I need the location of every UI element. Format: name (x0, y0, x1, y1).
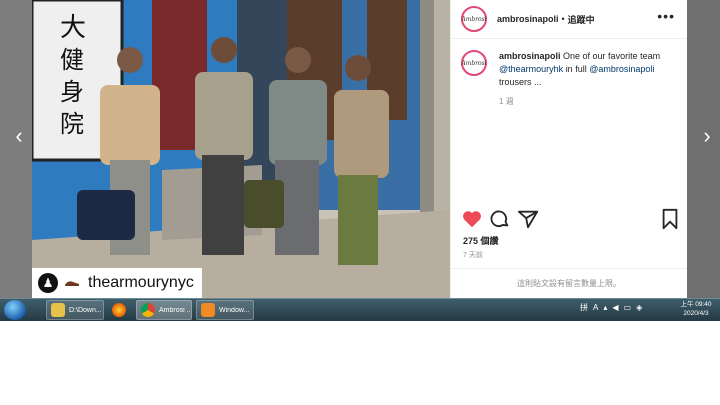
instagram-modal: ‹ › 大 健身院 ♟ thearmourynyc Ambrosi ambros… (0, 0, 720, 298)
comments-limited-notice: 這則貼文設有留言數量上限。 (451, 268, 687, 298)
chrome-icon (141, 303, 155, 317)
following-button[interactable]: 追蹤中 (568, 13, 595, 26)
taskbar-label: D:\Down... (69, 306, 102, 314)
volume-icon[interactable]: ◀ (612, 303, 618, 312)
windows-taskbar: D:\Down... Ambrosi ... Window... 拼 A ▴ ◀… (0, 298, 720, 321)
bookmark-icon[interactable] (659, 208, 681, 230)
likes-count[interactable]: 275 個讚 (463, 234, 499, 247)
caption-part3: trousers ... (499, 77, 542, 87)
more-icon[interactable]: ••• (657, 8, 675, 24)
clock-date: 2020/4/3 (683, 310, 709, 317)
user-tag[interactable]: ♟ thearmourynyc (32, 268, 202, 298)
language-indicator[interactable]: A (593, 303, 598, 312)
clock-time: 上午 09:40 (680, 301, 712, 308)
taskbar-label: Window... (219, 306, 250, 314)
avatar-text: Ambrosi (461, 15, 487, 23)
post-header: Ambrosi ambrosinapoli • 追蹤中 ••• (451, 0, 687, 39)
start-button[interactable] (4, 300, 26, 320)
ime-icon[interactable]: 拼 (580, 302, 588, 313)
post-photo[interactable]: 大 健身院 ♟ thearmourynyc (32, 0, 450, 298)
caption-part2: in full (565, 64, 587, 74)
chevron-right-icon[interactable]: › (696, 124, 718, 148)
heart-icon[interactable] (461, 208, 483, 230)
system-tray: 拼 A ▴ ◀ ▭ ◈ (580, 302, 647, 313)
firefox-icon (112, 303, 126, 317)
sign-partial: 大 (60, 13, 87, 43)
post-photo-scene (32, 0, 450, 298)
taskbar-item-media[interactable]: Window... (196, 300, 254, 320)
caption-avatar-text: Ambrosi (461, 59, 487, 67)
shoe-icon (65, 281, 79, 286)
post-sidebar: Ambrosi ambrosinapoli • 追蹤中 ••• Ambrosi … (450, 0, 687, 298)
taskbar-item-chrome[interactable]: Ambrosi ... (136, 300, 192, 320)
caption: Ambrosi ambrosinapoli One of our favorit… (461, 50, 681, 108)
taskbar-label: Ambrosi ... (159, 306, 191, 314)
separator-dot: • (561, 14, 565, 24)
media-player-icon (201, 303, 215, 317)
caption-part1: One of our favorite team (563, 51, 661, 61)
sign-text: 健身院 (60, 46, 84, 138)
backdrop-right (686, 0, 720, 298)
backdrop-left (0, 0, 32, 298)
tag-avatar: ♟ (38, 273, 58, 293)
comment-icon[interactable] (489, 208, 511, 230)
tag-username[interactable]: thearmourynyc (88, 274, 194, 292)
avatar[interactable]: Ambrosi (461, 6, 487, 32)
network-icon[interactable]: ▭ (624, 303, 632, 312)
caption-text: ambrosinapoli One of our favorite team @… (499, 50, 681, 108)
shield-icon[interactable]: ◈ (636, 303, 642, 312)
mention-ambrosinapoli[interactable]: @ambrosinapoli (589, 64, 654, 74)
folder-icon (51, 303, 65, 317)
chevron-left-icon[interactable]: ‹ (8, 124, 30, 148)
post-username[interactable]: ambrosinapoli (497, 14, 559, 24)
posted-time: 7 天前 (463, 252, 483, 259)
tray-expand-icon[interactable]: ▴ (603, 303, 607, 312)
caption-avatar[interactable]: Ambrosi (461, 50, 487, 76)
caption-time[interactable]: 1 週 (499, 95, 681, 108)
system-clock[interactable]: 上午 09:40 2020/4/3 (674, 300, 718, 318)
taskbar-item-explorer[interactable]: D:\Down... (46, 300, 104, 320)
caption-username[interactable]: ambrosinapoli (499, 51, 561, 61)
mention-thearmouryhk[interactable]: @thearmouryhk (499, 64, 563, 74)
taskbar-item-firefox[interactable] (108, 300, 132, 320)
action-bar (461, 208, 681, 230)
paper-plane-icon[interactable] (517, 208, 539, 230)
